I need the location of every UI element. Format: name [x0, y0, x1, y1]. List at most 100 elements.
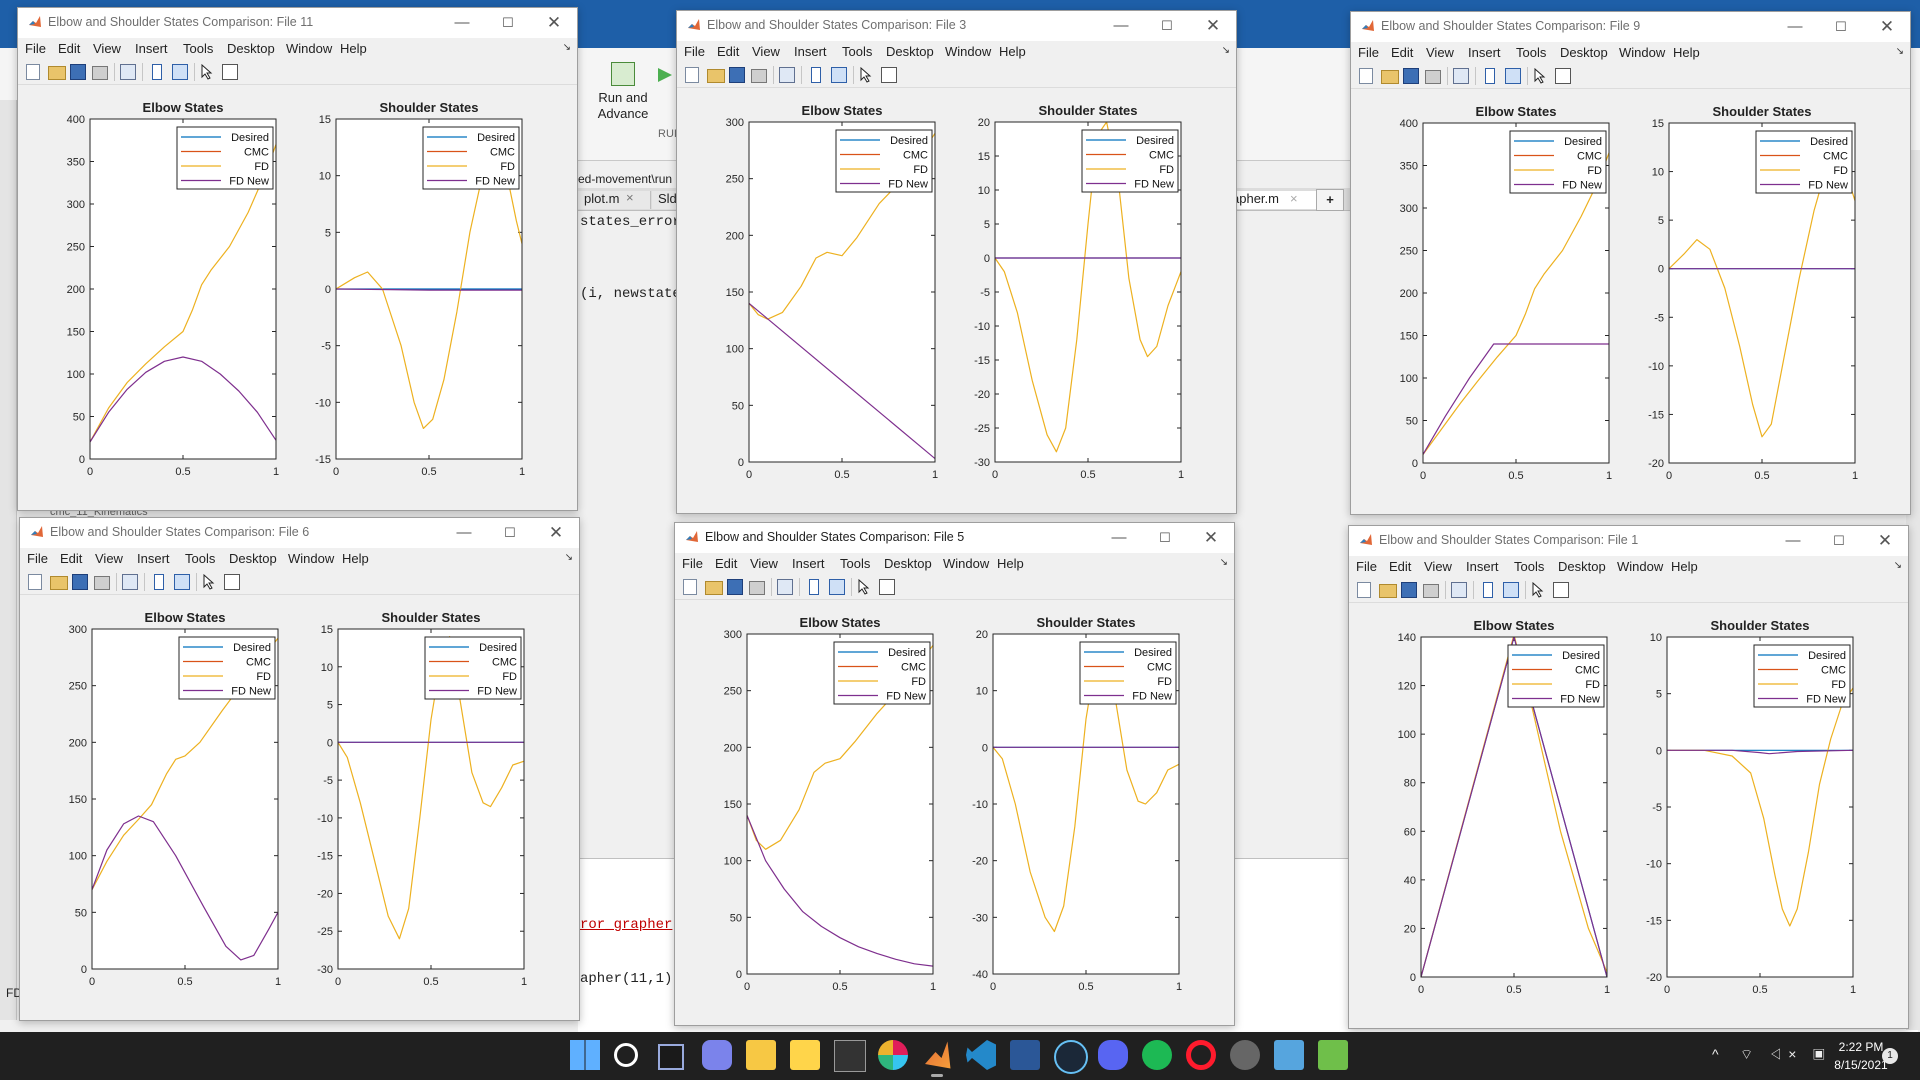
close-button[interactable]: ✕: [531, 8, 577, 38]
menu-file[interactable]: File: [1356, 559, 1377, 574]
menu-help[interactable]: Help: [1673, 45, 1700, 60]
menu-file[interactable]: File: [684, 44, 705, 59]
taskbar-sticky-notes-icon[interactable]: [790, 1040, 820, 1070]
taskbar-spotify-icon[interactable]: [1142, 1040, 1172, 1070]
menu-insert[interactable]: Insert: [137, 551, 170, 566]
menu-window[interactable]: Window: [1617, 559, 1663, 574]
code-line[interactable]: (i, newstate: [580, 286, 681, 302]
new-figure-icon[interactable]: [685, 67, 699, 83]
new-figure-icon[interactable]: [26, 64, 40, 80]
tray-status-icons[interactable]: ⌔ ◁× ▣: [1740, 1046, 1831, 1064]
taskbar-opera-icon[interactable]: [1186, 1040, 1216, 1070]
run-and-advance-button[interactable]: Run and Advance: [586, 62, 660, 122]
editor-tab-plot[interactable]: plot.m: [578, 191, 651, 209]
command-link[interactable]: ror_grapher: [580, 917, 672, 933]
insert-legend-icon[interactable]: [1503, 582, 1519, 598]
insert-legend-icon[interactable]: [831, 67, 847, 83]
run-icon[interactable]: [658, 68, 672, 82]
maximize-button[interactable]: ☐: [1142, 523, 1188, 553]
property-inspector-icon[interactable]: [1553, 582, 1569, 598]
figure-title-bar[interactable]: Elbow and Shoulder States Comparison: Fi…: [18, 8, 577, 38]
close-button[interactable]: ✕: [1188, 523, 1234, 553]
insert-colorbar-icon[interactable]: [809, 579, 819, 595]
save-icon[interactable]: [1401, 582, 1417, 598]
edit-plot-pointer-icon[interactable]: [859, 66, 873, 83]
current-path[interactable]: ed-movement\run: [578, 172, 672, 186]
notification-badge[interactable]: 1: [1882, 1048, 1898, 1064]
menu-desktop[interactable]: Desktop: [886, 44, 934, 59]
menu-view[interactable]: View: [1424, 559, 1452, 574]
menu-window[interactable]: Window: [286, 41, 332, 56]
taskbar-terminal-icon[interactable]: [834, 1040, 866, 1072]
menu-tools[interactable]: Tools: [840, 556, 870, 571]
insert-legend-icon[interactable]: [1505, 68, 1521, 84]
figure-window-file-3[interactable]: Elbow and Shoulder States Comparison: Fi…: [676, 10, 1237, 514]
insert-legend-icon[interactable]: [174, 574, 190, 590]
property-inspector-icon[interactable]: [881, 67, 897, 83]
menu-desktop[interactable]: Desktop: [229, 551, 277, 566]
figure-title-bar[interactable]: Elbow and Shoulder States Comparison: Fi…: [20, 518, 579, 548]
taskbar-vscode-icon[interactable]: [966, 1040, 996, 1070]
new-figure-icon[interactable]: [28, 574, 42, 590]
dock-arrow-icon[interactable]: ↘: [1896, 46, 1904, 57]
menu-tools[interactable]: Tools: [842, 44, 872, 59]
dock-arrow-icon[interactable]: ↘: [1220, 557, 1228, 568]
menu-insert[interactable]: Insert: [1466, 559, 1499, 574]
link-plot-icon[interactable]: [120, 64, 136, 80]
open-file-icon[interactable]: [1381, 70, 1399, 84]
menu-file[interactable]: File: [25, 41, 46, 56]
insert-colorbar-icon[interactable]: [1483, 582, 1493, 598]
figure-window-file-5[interactable]: Elbow and Shoulder States Comparison: Fi…: [674, 522, 1235, 1026]
menu-window[interactable]: Window: [288, 551, 334, 566]
figure-title-bar[interactable]: Elbow and Shoulder States Comparison: Fi…: [1349, 526, 1908, 556]
edit-plot-pointer-icon[interactable]: [200, 63, 214, 80]
open-file-icon[interactable]: [48, 66, 66, 80]
link-plot-icon[interactable]: [777, 579, 793, 595]
taskbar-steam-icon[interactable]: [1054, 1040, 1088, 1074]
menu-edit[interactable]: Edit: [58, 41, 80, 56]
link-plot-icon[interactable]: [122, 574, 138, 590]
close-button[interactable]: ✕: [1862, 526, 1908, 556]
menu-view[interactable]: View: [750, 556, 778, 571]
save-icon[interactable]: [70, 64, 86, 80]
figure-window-file-11[interactable]: Elbow and Shoulder States Comparison: Fi…: [17, 7, 578, 511]
menu-file[interactable]: File: [1358, 45, 1379, 60]
menu-desktop[interactable]: Desktop: [227, 41, 275, 56]
minimize-button[interactable]: —: [441, 518, 487, 548]
edit-plot-pointer-icon[interactable]: [202, 573, 216, 590]
menu-tools[interactable]: Tools: [183, 41, 213, 56]
menu-tools[interactable]: Tools: [1514, 559, 1544, 574]
link-plot-icon[interactable]: [779, 67, 795, 83]
link-plot-icon[interactable]: [1453, 68, 1469, 84]
menu-edit[interactable]: Edit: [717, 44, 739, 59]
menu-help[interactable]: Help: [999, 44, 1026, 59]
link-plot-icon[interactable]: [1451, 582, 1467, 598]
property-inspector-icon[interactable]: [224, 574, 240, 590]
figure-window-file-6[interactable]: Elbow and Shoulder States Comparison: Fi…: [19, 517, 580, 1021]
menu-window[interactable]: Window: [945, 44, 991, 59]
edit-plot-pointer-icon[interactable]: [857, 578, 871, 595]
maximize-button[interactable]: ☐: [1816, 526, 1862, 556]
menu-file[interactable]: File: [27, 551, 48, 566]
insert-legend-icon[interactable]: [829, 579, 845, 595]
taskbar-matlab-icon[interactable]: [925, 1041, 951, 1069]
property-inspector-icon[interactable]: [1555, 68, 1571, 84]
minimize-button[interactable]: —: [439, 8, 485, 38]
figure-window-file-1[interactable]: Elbow and Shoulder States Comparison: Fi…: [1348, 525, 1909, 1029]
dock-arrow-icon[interactable]: ↘: [565, 552, 573, 563]
close-button[interactable]: ✕: [1190, 11, 1236, 41]
print-icon[interactable]: [1423, 584, 1439, 598]
menu-desktop[interactable]: Desktop: [884, 556, 932, 571]
menu-view[interactable]: View: [95, 551, 123, 566]
menu-insert[interactable]: Insert: [135, 41, 168, 56]
close-button[interactable]: ✕: [533, 518, 579, 548]
insert-colorbar-icon[interactable]: [152, 64, 162, 80]
minimize-button[interactable]: —: [1772, 12, 1818, 42]
taskbar-word-icon[interactable]: [1010, 1040, 1040, 1070]
figure-title-bar[interactable]: Elbow and Shoulder States Comparison: Fi…: [677, 11, 1236, 41]
taskbar-files-app-icon[interactable]: [1318, 1040, 1348, 1070]
open-file-icon[interactable]: [707, 69, 725, 83]
menu-view[interactable]: View: [1426, 45, 1454, 60]
insert-legend-icon[interactable]: [172, 64, 188, 80]
menu-help[interactable]: Help: [340, 41, 367, 56]
